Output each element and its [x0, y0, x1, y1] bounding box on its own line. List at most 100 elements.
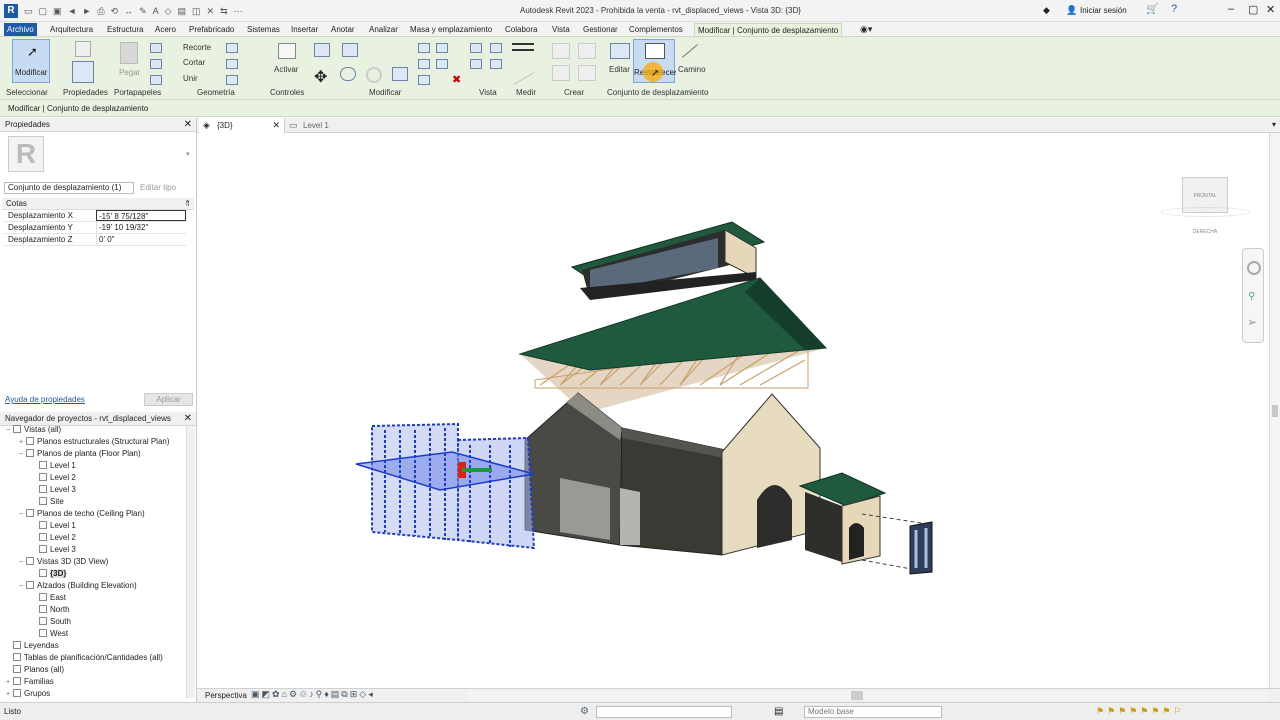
- tab-gestionar[interactable]: Gestionar: [580, 23, 621, 36]
- browser-item[interactable]: Level 3: [32, 544, 76, 556]
- prop-row-z[interactable]: Desplazamiento Z 0' 0": [4, 234, 186, 246]
- main-roof-element[interactable]: [518, 277, 828, 413]
- properties-top-icon[interactable]: [75, 41, 91, 57]
- selection-filters-icons[interactable]: ⚑⚑⚑⚑⚑⚑⚑⚐: [1096, 703, 1185, 720]
- tab-modificar-conjunto[interactable]: Modificar | Conjunto de desplazamiento: [694, 23, 843, 36]
- navigation-bar[interactable]: ⚲ ➢: [1242, 248, 1264, 343]
- type-selector[interactable]: Conjunto de desplazamiento (1): [4, 182, 134, 194]
- user-icon[interactable]: 👤: [1066, 5, 1077, 16]
- view-filter-icon[interactable]: [490, 59, 502, 69]
- prop-row-y[interactable]: Desplazamiento Y -19' 10 19/32": [4, 222, 186, 234]
- create-group-icon[interactable]: [578, 43, 596, 59]
- browser-item[interactable]: South: [32, 616, 71, 628]
- view-control-icons[interactable]: ▣◩✿⌂⚙♲♪⚲♦▤⧉⊞◇◂: [251, 689, 375, 700]
- tab-arquitectura[interactable]: Arquitectura: [47, 23, 96, 36]
- split-face-icon[interactable]: [226, 59, 238, 69]
- close-tab-icon[interactable]: ✕: [272, 118, 280, 133]
- hide-element-icon[interactable]: [470, 43, 482, 53]
- paste-button[interactable]: Pegar: [119, 68, 140, 77]
- building-walls-element[interactable]: [524, 392, 821, 556]
- delete-icon[interactable]: ✖: [452, 73, 461, 86]
- scroll-thumb[interactable]: [1272, 405, 1278, 417]
- model-3d-view[interactable]: [197, 133, 1269, 688]
- view-tab-level1[interactable]: ▭ Level 1: [287, 118, 367, 133]
- close-button[interactable]: ✕: [1266, 3, 1275, 16]
- measure-icon[interactable]: [512, 43, 534, 51]
- vertical-scrollbar[interactable]: [1269, 133, 1280, 688]
- view-tab-3d[interactable]: ◈ {3D} ✕: [199, 118, 285, 133]
- cart-icon[interactable]: 🛒: [1146, 4, 1158, 15]
- small-shed-element[interactable]: [798, 472, 887, 565]
- sign-in-button[interactable]: Iniciar sesión: [1080, 6, 1127, 15]
- browser-item[interactable]: + Grupos: [6, 688, 50, 701]
- tab-options-icon[interactable]: ◉▾: [860, 24, 872, 35]
- paste-icon[interactable]: [120, 42, 138, 64]
- expand-toggle-icon[interactable]: +: [6, 689, 13, 701]
- tab-anotar[interactable]: Anotar: [328, 23, 358, 36]
- offset-icon[interactable]: [342, 43, 358, 57]
- minimize-button[interactable]: –: [1228, 3, 1234, 15]
- maximize-button[interactable]: ▢: [1248, 3, 1258, 16]
- edit-displacement-icon[interactable]: [610, 43, 630, 59]
- linework-icon[interactable]: [490, 43, 502, 53]
- create-similar-icon[interactable]: [578, 65, 596, 81]
- tab-prefabricado[interactable]: Prefabricado: [186, 23, 237, 36]
- expand-toggle-icon[interactable]: −: [6, 425, 13, 437]
- browser-item[interactable]: Level 3: [32, 484, 76, 496]
- create-parts-icon[interactable]: [552, 43, 570, 59]
- tab-masa[interactable]: Masa y emplazamiento: [407, 23, 495, 36]
- browser-item[interactable]: {3D}: [32, 568, 67, 580]
- help-icon[interactable]: ?: [1171, 3, 1177, 15]
- browser-item[interactable]: Tablas de planificación/Cantidades (all): [6, 652, 163, 664]
- properties-help-link[interactable]: Ayuda de propiedades: [5, 395, 85, 404]
- close-properties-icon[interactable]: ✕: [184, 118, 192, 132]
- expand-toggle-icon[interactable]: −: [19, 557, 26, 569]
- quick-access-toolbar[interactable]: ▭▢▣◄►⎙⟲↔✎A◇▤◫✕⇆⋯: [24, 6, 384, 16]
- trim-icon[interactable]: [418, 43, 430, 53]
- pin-icon[interactable]: [436, 59, 448, 69]
- view-mode-label[interactable]: Perspectiva: [205, 691, 247, 700]
- prop-value-x[interactable]: -15' 8 75/128": [96, 210, 186, 221]
- tab-archivo[interactable]: Archivo: [4, 23, 37, 36]
- browser-item[interactable]: North: [32, 604, 70, 616]
- reset-displacement-button[interactable]: Restablecer ➚: [633, 39, 676, 83]
- match-icon[interactable]: [150, 75, 162, 85]
- type-dropdown-icon[interactable]: ▾: [186, 150, 190, 158]
- browser-item[interactable]: Level 2: [32, 472, 76, 484]
- tab-analizar[interactable]: Analizar: [366, 23, 401, 36]
- workset-dropdown[interactable]: [596, 706, 732, 718]
- browser-item[interactable]: Planos (all): [6, 664, 64, 676]
- activate-controls-button[interactable]: Activar: [274, 65, 298, 74]
- tab-colabora[interactable]: Colabora: [502, 23, 540, 36]
- expand-toggle-icon[interactable]: −: [19, 449, 26, 461]
- search-icon[interactable]: ◆: [1043, 5, 1050, 16]
- design-option-dropdown[interactable]: Modelo base: [804, 706, 942, 718]
- worksharing-icon[interactable]: ⚙: [580, 703, 589, 720]
- split-icon[interactable]: [436, 43, 448, 53]
- browser-item[interactable]: Site: [32, 496, 64, 508]
- zoom-icon[interactable]: ⚲: [1248, 291, 1255, 302]
- move-icon[interactable]: ✥: [314, 67, 327, 87]
- rotate-icon[interactable]: [366, 67, 382, 83]
- properties-button[interactable]: [72, 61, 94, 83]
- cut-geometry-button[interactable]: Cortar: [183, 58, 205, 67]
- browser-scrollbar[interactable]: [186, 426, 195, 698]
- horizontal-scrollbar[interactable]: [467, 691, 1267, 700]
- expand-toggle-icon[interactable]: −: [19, 509, 26, 521]
- steering-wheel-icon[interactable]: [1247, 261, 1261, 275]
- wall-join-icon[interactable]: [226, 43, 238, 53]
- design-options-icon[interactable]: ▤: [774, 703, 783, 720]
- browser-item[interactable]: Level 2: [32, 532, 76, 544]
- browser-item[interactable]: West: [32, 628, 68, 640]
- apply-button[interactable]: Aplicar: [144, 393, 193, 406]
- mirror-icon[interactable]: [392, 67, 408, 81]
- browser-item[interactable]: East: [32, 592, 66, 604]
- collapse-icon[interactable]: ⇑: [184, 198, 191, 210]
- activate-controls-icon[interactable]: [278, 43, 296, 59]
- dimension-icon[interactable]: [514, 59, 534, 85]
- modify-tool-button[interactable]: ➚ Modificar: [12, 39, 50, 83]
- hscroll-thumb[interactable]: [851, 691, 863, 700]
- browser-item[interactable]: Level 1: [32, 460, 76, 472]
- tab-sistemas[interactable]: Sistemas: [244, 23, 283, 36]
- paint-icon[interactable]: [226, 75, 238, 85]
